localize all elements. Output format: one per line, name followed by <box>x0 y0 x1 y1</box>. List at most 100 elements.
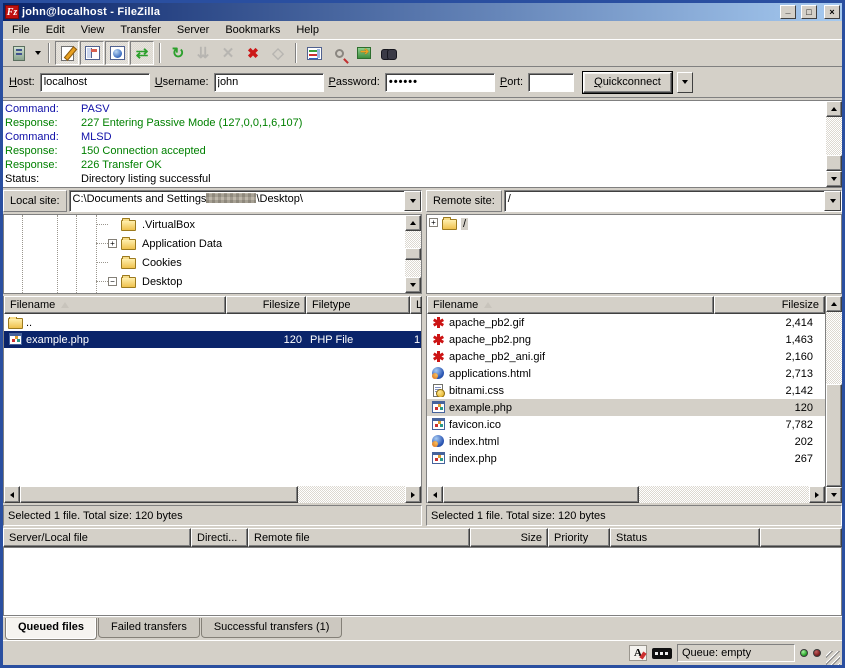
tree-item-cookies[interactable]: Cookies <box>4 253 405 272</box>
scroll-down-button[interactable] <box>826 487 842 503</box>
filesize-cell: 2,414 <box>714 317 825 329</box>
local-list-header: FilenameFilesizeFiletypeL <box>4 296 421 314</box>
reconnect-button[interactable]: ◇ <box>266 41 290 65</box>
scroll-up-button[interactable] <box>405 215 421 231</box>
message-log-scrollbar[interactable] <box>826 101 842 187</box>
site-manager-button[interactable] <box>7 41 31 65</box>
remote-tree: + / <box>426 214 842 294</box>
css-file-icon <box>431 384 446 397</box>
tree-expander[interactable]: + <box>429 218 438 227</box>
data-type-icon[interactable]: A <box>629 645 647 661</box>
toggle-transfer-queue-button[interactable]: ⇄ <box>130 41 154 65</box>
username-input[interactable] <box>214 73 324 92</box>
resize-grip[interactable] <box>826 651 840 665</box>
menu-item-bookmarks[interactable]: Bookmarks <box>217 22 288 38</box>
file-row[interactable]: apache_pb2.png1,463 <box>427 331 825 348</box>
menu-item-transfer[interactable]: Transfer <box>112 22 169 38</box>
scroll-thumb[interactable] <box>443 486 639 503</box>
file-row[interactable]: apache_pb2.gif2,414 <box>427 314 825 331</box>
quickconnect-button[interactable]: Quickconnect <box>583 72 672 93</box>
tree-item-application-data[interactable]: +Application Data <box>4 234 405 253</box>
scroll-down-button[interactable] <box>826 171 842 187</box>
local-path-dropdown[interactable] <box>404 191 421 211</box>
quickconnect-dropdown[interactable] <box>677 72 693 93</box>
directory-comparison-button[interactable] <box>327 41 351 65</box>
remote-hscrollbar[interactable] <box>427 486 825 503</box>
queue-column-remote-file[interactable]: Remote file <box>248 528 470 547</box>
remote-path-combo[interactable]: / <box>504 190 842 212</box>
local-hscrollbar[interactable] <box>4 486 421 503</box>
scroll-thumb[interactable] <box>826 155 842 171</box>
password-input[interactable] <box>385 73 495 92</box>
remote-column-filesize[interactable]: Filesize <box>714 296 825 314</box>
local-column-filetype[interactable]: Filetype <box>306 296 410 314</box>
port-input[interactable] <box>528 73 574 92</box>
host-input[interactable] <box>40 73 150 92</box>
menu-item-file[interactable]: File <box>4 22 38 38</box>
scroll-thumb[interactable] <box>20 486 298 503</box>
scroll-thumb[interactable] <box>826 384 842 487</box>
cancel-operation-button[interactable]: ✕ <box>216 41 240 65</box>
file-row[interactable]: favicon.ico7,782 <box>427 416 825 433</box>
scroll-thumb[interactable] <box>405 248 421 260</box>
local-tree-scrollbar[interactable] <box>405 215 421 293</box>
queue-column-size[interactable]: Size <box>470 528 548 547</box>
scroll-right-button[interactable] <box>809 486 825 503</box>
scroll-up-button[interactable] <box>826 101 842 117</box>
local-column-filename[interactable]: Filename <box>4 296 226 314</box>
folder-icon <box>8 318 23 329</box>
file-row[interactable]: applications.html2,713 <box>427 365 825 382</box>
tree-item--virtualbox[interactable]: .VirtualBox <box>4 215 405 234</box>
local-column-l[interactable]: L <box>410 296 422 314</box>
local-column-filesize[interactable]: Filesize <box>226 296 306 314</box>
file-row[interactable]: bitnami.css2,142 <box>427 382 825 399</box>
toggle-local-tree-button[interactable] <box>80 41 104 65</box>
file-row[interactable]: index.php267 <box>427 450 825 467</box>
filter-button[interactable] <box>302 41 326 65</box>
file-row[interactable]: example.php120PHP File1 <box>4 331 421 348</box>
tab-queued-files[interactable]: Queued files <box>5 618 97 640</box>
synchronized-browsing-button[interactable] <box>352 41 376 65</box>
scroll-up-button[interactable] <box>826 296 842 312</box>
file-row[interactable]: apache_pb2_ani.gif2,160 <box>427 348 825 365</box>
toggle-message-log-button[interactable] <box>55 41 79 65</box>
scroll-left-button[interactable] <box>4 486 20 503</box>
remote-root-item[interactable]: / <box>461 218 468 230</box>
tree-item-desktop[interactable]: −Desktop <box>4 272 405 291</box>
local-path-combo[interactable]: C:\Documents and Settings\Desktop\ <box>69 190 422 212</box>
find-files-button[interactable] <box>377 41 401 65</box>
disconnect-button[interactable]: ✖ <box>241 41 265 65</box>
process-queue-button[interactable]: ⇊ <box>191 41 215 65</box>
tab-successful-transfers-1-[interactable]: Successful transfers (1) <box>201 618 343 638</box>
toggle-remote-tree-button[interactable] <box>105 41 129 65</box>
queue-column-server-local-file[interactable]: Server/Local file <box>3 528 191 547</box>
filename-cell: apache_pb2_ani.gif <box>427 350 714 363</box>
queue-column-directi-[interactable]: Directi... <box>191 528 248 547</box>
queue-column-priority[interactable]: Priority <box>548 528 610 547</box>
remote-path-dropdown[interactable] <box>824 191 841 211</box>
menu-item-server[interactable]: Server <box>169 22 217 38</box>
site-manager-dropdown[interactable] <box>32 41 43 65</box>
menu-item-help[interactable]: Help <box>288 22 327 38</box>
queue-column-status[interactable]: Status <box>610 528 760 547</box>
scroll-down-button[interactable] <box>405 277 421 293</box>
scroll-left-button[interactable] <box>427 486 443 503</box>
file-row[interactable]: index.html202 <box>427 433 825 450</box>
maximize-button[interactable]: □ <box>801 5 817 19</box>
queue-column-blank[interactable] <box>760 528 842 547</box>
remote-list-scrollbar[interactable] <box>826 296 842 503</box>
refresh-button[interactable]: ↻ <box>166 41 190 65</box>
close-button[interactable]: × <box>824 5 840 19</box>
file-row[interactable]: example.php120 <box>427 399 825 416</box>
tab-failed-transfers[interactable]: Failed transfers <box>98 618 200 638</box>
minimize-button[interactable]: _ <box>780 5 796 19</box>
chevron-down-icon <box>35 51 41 55</box>
speed-limit-icon[interactable] <box>652 648 672 659</box>
file-row[interactable]: .. <box>4 314 421 331</box>
scroll-right-button[interactable] <box>405 486 421 503</box>
tree-expander[interactable]: + <box>108 239 117 248</box>
tree-expander[interactable]: − <box>108 277 117 286</box>
menu-item-edit[interactable]: Edit <box>38 22 73 38</box>
remote-column-filename[interactable]: Filename <box>427 296 714 314</box>
menu-item-view[interactable]: View <box>73 22 113 38</box>
